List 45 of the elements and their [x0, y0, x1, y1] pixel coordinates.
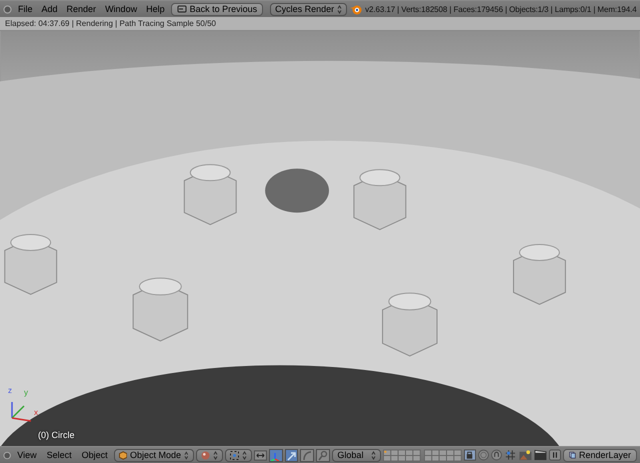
manipulator-toggle[interactable] — [284, 448, 298, 462]
mode-dropdown[interactable]: Object Mode — [114, 448, 194, 462]
arrow-icon — [286, 450, 297, 460]
menu-item[interactable]: Select — [42, 450, 76, 460]
clapperboard-icon — [534, 449, 548, 461]
axis-label: z — [8, 386, 12, 395]
layer-grid-drawing — [424, 448, 462, 462]
manipulator-toggle[interactable] — [316, 448, 330, 462]
render-layer-button[interactable]: RenderLayer — [563, 448, 637, 462]
orientation-dropdown[interactable]: Global — [332, 448, 382, 462]
stepper-icon — [337, 4, 342, 14]
object-label: (0) Circle — [38, 430, 75, 440]
stepper-icon — [184, 450, 189, 460]
menu-item[interactable]: Help — [143, 4, 168, 14]
stepper-icon — [242, 450, 247, 460]
menu-item[interactable]: File — [15, 4, 36, 14]
lock-icon — [464, 449, 476, 461]
menu-item[interactable]: Object — [78, 450, 112, 460]
expand-arrows-icon — [254, 450, 267, 460]
layers-icon — [569, 450, 576, 460]
layer-grid-drawing — [383, 448, 422, 462]
menu-item[interactable]: Render — [64, 4, 100, 14]
back-to-previous-button[interactable]: Back to Previous — [170, 2, 264, 16]
scene-stats: v2.63.17 | Verts:182508 | Faces:179456 | Objects:1/3 | Lamps:0/1 | Mem:194.4 — [365, 4, 637, 14]
blender-logo-icon — [350, 4, 362, 14]
axis-label: y — [24, 388, 28, 397]
axis-label: x — [34, 408, 38, 417]
sphere-icon — [200, 450, 210, 460]
scale-icon — [318, 450, 329, 460]
pivot-dropdown[interactable] — [224, 448, 252, 462]
stepper-icon — [371, 450, 376, 460]
screen-icon — [176, 5, 187, 13]
pivot-icon — [230, 450, 239, 460]
render-status: Elapsed: 04:37.69 | Rendering | Path Tracing Sample 50/50 — [5, 19, 216, 28]
manipulator-toggle[interactable] — [300, 448, 314, 462]
shading-dropdown[interactable] — [196, 448, 223, 462]
snap-grid-icon — [504, 449, 518, 461]
menu-item[interactable]: Add — [38, 4, 61, 14]
manipulator-toggle[interactable] — [268, 448, 283, 462]
menu-item[interactable]: Window — [102, 4, 140, 14]
menu-item[interactable]: View — [13, 450, 41, 460]
render-image-icon — [519, 449, 532, 461]
stepper-icon — [212, 450, 218, 460]
arc-icon — [302, 450, 313, 460]
render-engine-dropdown[interactable]: Cycles Render — [270, 2, 348, 16]
